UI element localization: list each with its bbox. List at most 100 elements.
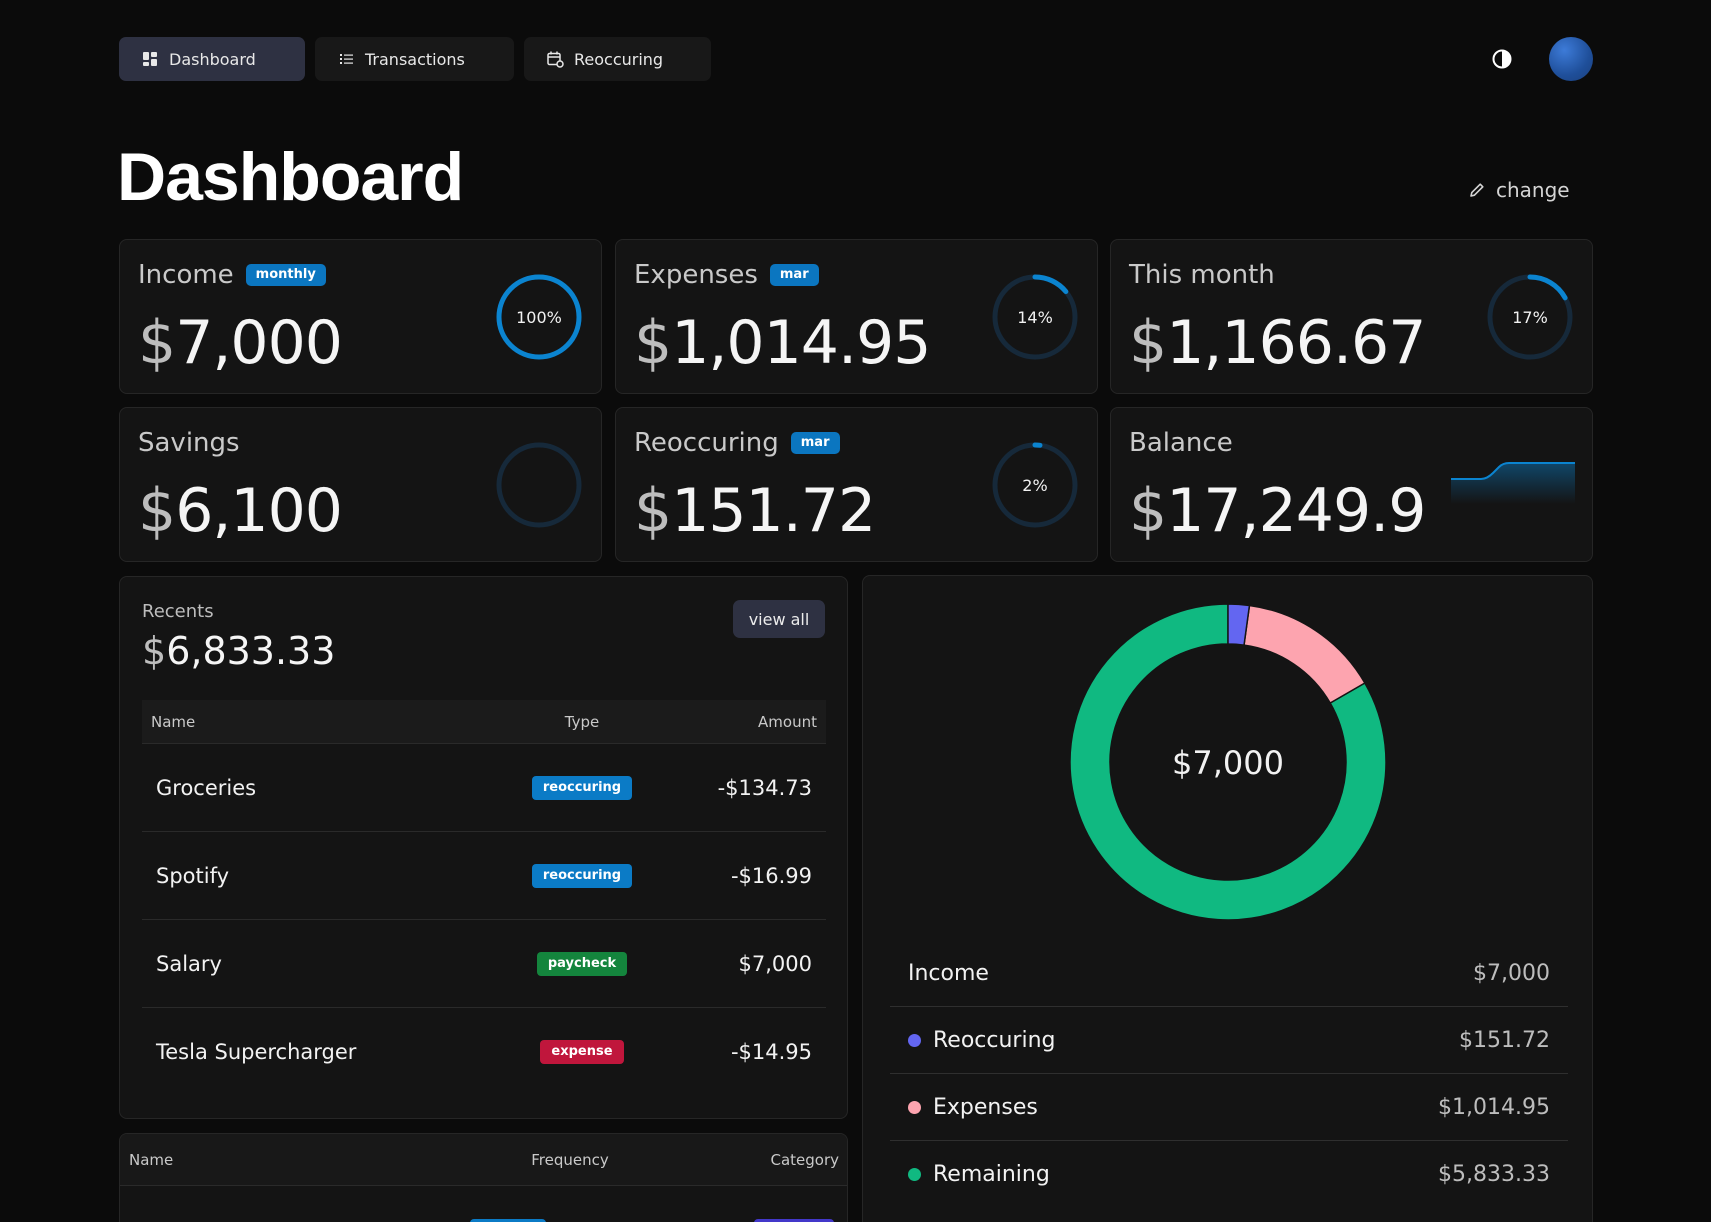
breakdown-card: $7,000 Income $7,000 Reoccuring $151.72 …: [862, 575, 1593, 1222]
reoccuring-label: Reoccuring: [634, 428, 779, 458]
currency-symbol: $: [634, 476, 672, 546]
nav-reoccuring-button[interactable]: Reoccuring: [524, 37, 711, 81]
legend-row-reoccuring: Reoccuring $151.72: [890, 1007, 1568, 1074]
transaction-amount: -$16.99: [730, 863, 812, 888]
change-button[interactable]: change: [1468, 178, 1570, 202]
balance-value: $17,249.9: [1129, 476, 1426, 546]
income-progress-ring: 100%: [496, 274, 582, 360]
reoccuring-amount: 151.72: [671, 476, 876, 546]
savings-progress-ring: [496, 442, 582, 528]
list-icon: [337, 50, 355, 68]
ring-percent-label: 100%: [516, 308, 562, 327]
transaction-name: Salary: [156, 951, 222, 976]
legend-dot: [908, 1168, 921, 1181]
nav-reoccuring-label: Reoccuring: [574, 49, 664, 69]
transaction-type-tag: reoccuring: [531, 775, 633, 800]
this-month-progress-ring: 17%: [1487, 274, 1573, 360]
expenses-card: Expenses mar $1,014.95 14%: [615, 239, 1098, 394]
breakdown-legend: Income $7,000 Reoccuring $151.72 Expense…: [890, 940, 1568, 1208]
nav-dashboard-button[interactable]: Dashboard: [119, 37, 305, 81]
contrast-icon: [1492, 49, 1512, 69]
legend-label: Remaining: [933, 1162, 1050, 1187]
ring-percent-label: 14%: [1017, 308, 1053, 327]
balance-sparkline: [1451, 462, 1575, 504]
transaction-name: Tesla Supercharger: [156, 1040, 357, 1064]
income-badge: monthly: [245, 264, 326, 286]
breakdown-donut-chart: $7,000: [1069, 603, 1387, 921]
currency-symbol: $: [634, 308, 672, 378]
legend-label: Income: [908, 960, 989, 986]
ring-track: [496, 442, 582, 528]
table-row[interactable]: Tesla Supercharger expense -$14.95: [142, 1008, 826, 1096]
legend-label: Expenses: [933, 1094, 1038, 1120]
calendar-repeat-icon: [546, 50, 564, 68]
ring-percent-label: 17%: [1512, 308, 1548, 327]
legend-value: $151.72: [1459, 1027, 1550, 1053]
this-month-card: This month $1,166.67 17%: [1110, 239, 1593, 394]
theme-toggle-button[interactable]: [1491, 48, 1513, 70]
column-header-category[interactable]: Category: [670, 1151, 847, 1169]
legend-label: Reoccuring: [933, 1027, 1056, 1053]
column-header-name[interactable]: Name: [120, 1151, 470, 1169]
this-month-value: $1,166.67: [1129, 308, 1426, 378]
legend-row-income: Income $7,000: [890, 940, 1568, 1007]
legend-value: $7,000: [1473, 960, 1550, 986]
this-month-amount: 1,166.67: [1166, 308, 1426, 378]
currency-symbol: $: [1129, 308, 1167, 378]
savings-card: Savings $6,100: [119, 407, 602, 562]
income-card: Income monthly $7,000 100%: [119, 239, 602, 394]
legend-dot: [908, 1033, 921, 1047]
transaction-type-tag: reoccuring: [531, 863, 633, 888]
legend-dot: [908, 1100, 921, 1114]
this-month-label: This month: [1129, 260, 1275, 290]
ring-percent-label: 2%: [1022, 476, 1047, 495]
reoccuring-progress-ring: 2%: [992, 442, 1078, 528]
transaction-name: Spotify: [156, 863, 230, 888]
income-value: $7,000: [138, 308, 343, 378]
savings-label: Savings: [138, 428, 240, 458]
transaction-amount: -$14.95: [730, 1040, 812, 1064]
expenses-progress-ring: 14%: [992, 274, 1078, 360]
currency-symbol: $: [142, 629, 167, 673]
balance-label: Balance: [1129, 428, 1233, 458]
expenses-label: Expenses: [634, 260, 758, 290]
nav-transactions-label: Transactions: [365, 49, 465, 69]
donut-slice-expenses[interactable]: [1243, 604, 1366, 705]
top-navigation: Dashboard Transactions Reoccuring: [119, 37, 711, 81]
reoccuring-badge: mar: [790, 432, 840, 454]
savings-amount: 6,100: [175, 476, 343, 546]
donut-center-label: $7,000: [1172, 744, 1284, 782]
expenses-value: $1,014.95: [634, 308, 931, 378]
nav-dashboard-label: Dashboard: [169, 49, 256, 69]
table-row[interactable]: Groceries reoccuring -$134.73: [142, 744, 826, 832]
savings-value: $6,100: [138, 476, 343, 546]
reoccuring-value: $151.72: [634, 476, 876, 546]
transaction-type-tag: paycheck: [536, 951, 628, 976]
legend-value: $5,833.33: [1438, 1162, 1550, 1187]
column-header-frequency[interactable]: Frequency: [470, 1151, 670, 1169]
table-row[interactable]: Spotify reoccuring -$16.99: [142, 832, 826, 920]
income-amount: 7,000: [175, 308, 343, 378]
table-header: Name Frequency Category: [120, 1134, 847, 1186]
avatar[interactable]: [1549, 37, 1593, 81]
nav-transactions-button[interactable]: Transactions: [315, 37, 514, 81]
column-header-amount[interactable]: Amount: [662, 713, 826, 731]
view-all-button[interactable]: view all: [733, 600, 825, 638]
column-header-type[interactable]: Type: [502, 713, 662, 731]
currency-symbol: $: [1129, 476, 1167, 546]
balance-card: Balance $17,249.9: [1110, 407, 1593, 562]
page-title: Dashboard: [117, 139, 464, 215]
column-header-name[interactable]: Name: [142, 713, 502, 731]
change-label: change: [1496, 178, 1570, 202]
recents-label: Recents: [142, 601, 214, 622]
recents-total: $6,833.33: [142, 629, 335, 673]
transaction-name: Groceries: [156, 775, 257, 800]
legend-row-expenses: Expenses $1,014.95: [890, 1074, 1568, 1141]
recents-total-amount: 6,833.33: [166, 629, 336, 673]
legend-row-remaining: Remaining $5,833.33: [890, 1141, 1568, 1208]
recents-table: Name Type Amount Groceries reoccuring -$…: [142, 700, 826, 1096]
balance-amount: 17,249.9: [1166, 476, 1426, 546]
pencil-icon: [1470, 183, 1484, 197]
table-row[interactable]: Salary paycheck $7,000: [142, 920, 826, 1008]
transaction-amount: $7,000: [738, 951, 812, 976]
